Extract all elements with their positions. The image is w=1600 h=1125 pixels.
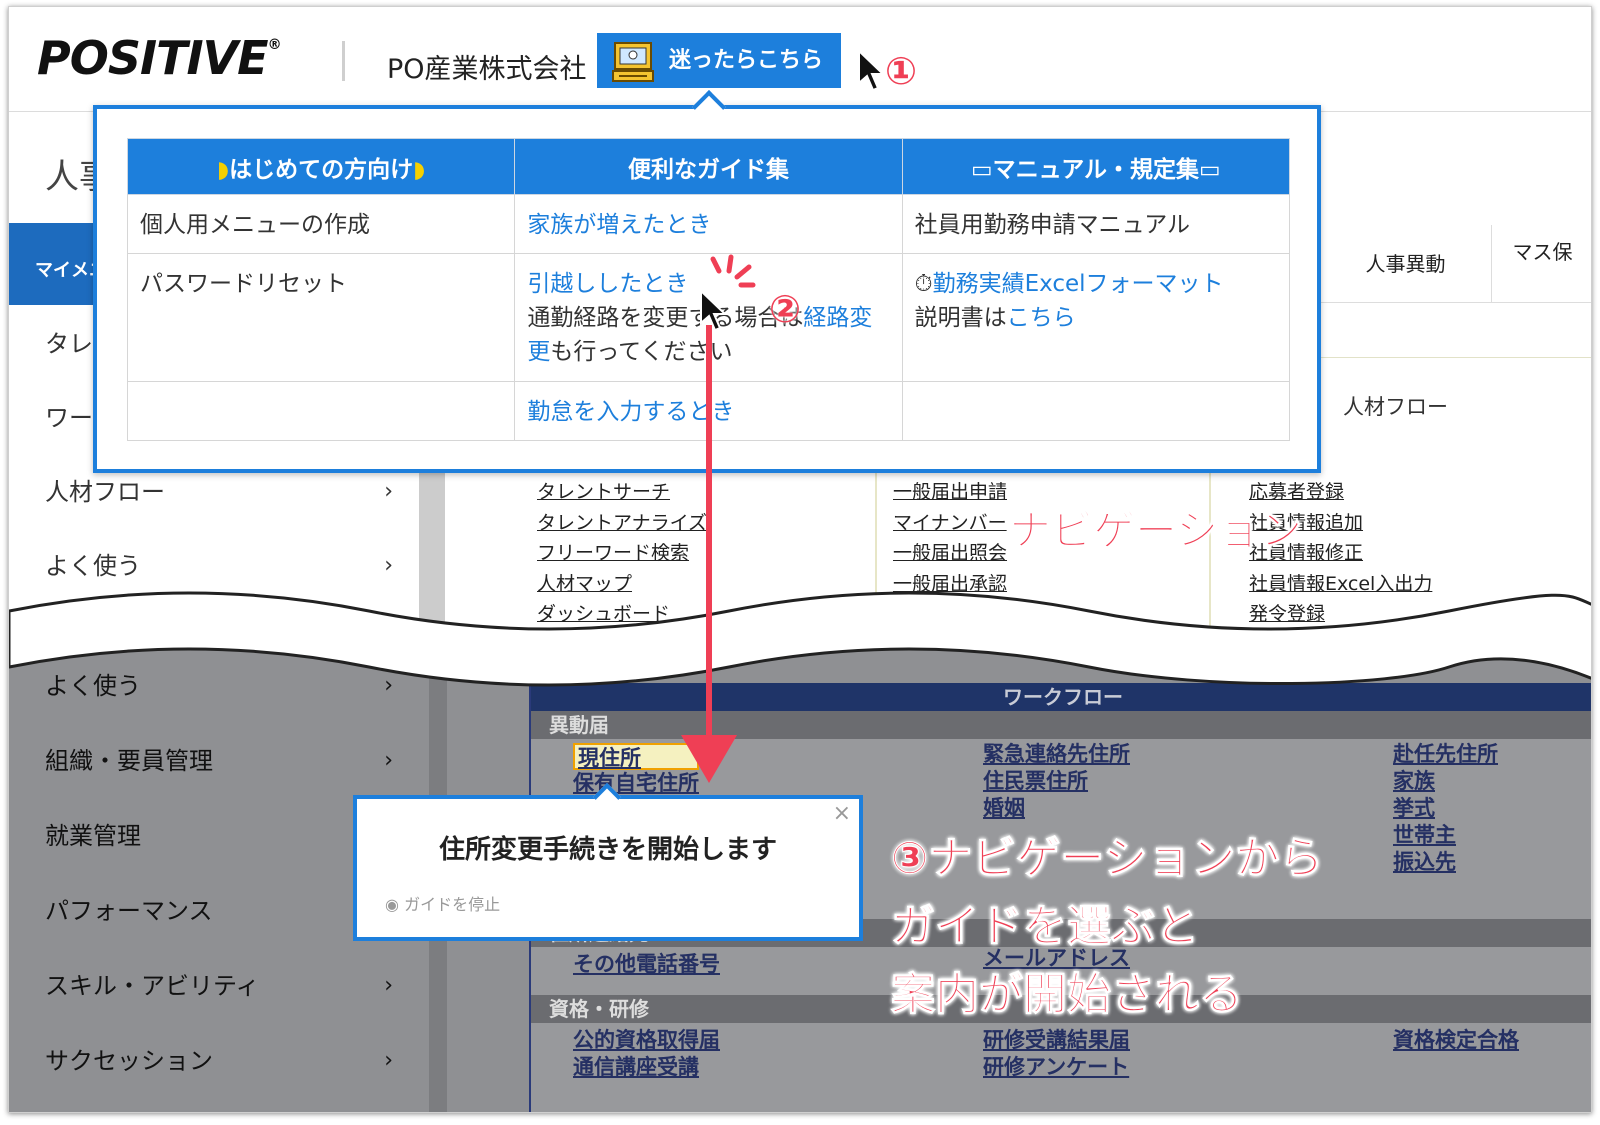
link-freeword-search[interactable]: フリーワード検索: [537, 538, 707, 569]
link-public-cert[interactable]: 公的資格取得届: [573, 1027, 720, 1054]
link-column-talent: タレントサーチ タレントアナライズ フリーワード検索 人材マップ ダッシュボード: [537, 477, 707, 630]
idou-col1: 現住所 保有自宅住所: [573, 743, 699, 797]
guide-moving-note-end: も行ってください: [550, 339, 733, 365]
shikaku-col1: 公的資格取得届 通信講座受講: [573, 1027, 720, 1081]
header-divider: [342, 41, 345, 81]
tab-bar: 人事異動 マス保: [1319, 225, 1591, 303]
panel-jinzai-flow-label: 人材フロー: [1343, 395, 1448, 419]
link-training-result[interactable]: 研修受講結果届: [983, 1027, 1130, 1054]
positive-logo: POSITIVE®: [37, 31, 282, 85]
chevron-right-icon: ›: [384, 673, 393, 698]
contact-col1: その他電話番号: [573, 951, 720, 978]
link-family[interactable]: 家族: [1393, 768, 1498, 795]
guide-password-reset[interactable]: パスワードリセット: [126, 253, 516, 382]
link-jinzai-map[interactable]: 人材マップ: [537, 569, 707, 600]
link-column-workflow: 一般届出申請 マイナンバー 一般届出照会 一般届出承認 人事承認: [893, 477, 1007, 630]
computer-guide-icon: [612, 42, 654, 82]
tab-jinji-idou[interactable]: 人事異動: [1319, 225, 1491, 303]
section-idou: 異動届: [531, 711, 1591, 739]
guide-family-increase-link[interactable]: 家族が増えたとき: [527, 212, 711, 238]
help-guide-button[interactable]: 迷ったらこちら: [597, 33, 841, 88]
caption-line: ③ナビゲーションから: [890, 833, 1324, 885]
company-name: PO産業株式会社: [387, 54, 587, 85]
link-current-address[interactable]: 現住所: [573, 743, 699, 770]
chevron-right-icon: ›: [384, 553, 393, 578]
stop-icon: ◉: [385, 895, 399, 914]
book-icon: ▭: [1198, 156, 1221, 183]
link-household-head[interactable]: 世帯主: [1393, 822, 1498, 849]
guide-attendance-link[interactable]: 勤怠を入力するとき: [527, 399, 734, 425]
empty-cell: [126, 381, 516, 441]
link-dashboard[interactable]: ダッシュボード: [537, 599, 707, 630]
link-emergency-address[interactable]: 緊急連絡先住所: [983, 741, 1130, 768]
column-header-manuals: ▭マニュアル・規定集▭: [901, 138, 1291, 195]
sidebar-item-favorites[interactable]: よく使う ›: [9, 529, 429, 603]
link-employee-excel-io[interactable]: 社員情報Excel入出力: [1249, 569, 1432, 600]
link-exam-pass[interactable]: 資格検定合格: [1393, 1027, 1519, 1054]
step2-marker: ②: [769, 287, 802, 331]
chevron-right-icon: ›: [384, 748, 393, 773]
column-header-beginner: ◗はじめての方向け◗: [126, 138, 516, 195]
link-general-approval[interactable]: 一般届出承認: [893, 569, 1007, 600]
link-my-number[interactable]: マイナンバー: [893, 508, 1007, 539]
mouse-cursor-icon: [858, 49, 886, 92]
link-bank-account[interactable]: 振込先: [1393, 849, 1498, 876]
screenshot-frame: POSITIVE® PO産業株式会社 迷ったらこちら ① 人事 マイメニ タレン…: [8, 6, 1592, 1113]
top-section: POSITIVE® PO産業株式会社 迷ったらこちら ① 人事 マイメニ タレン…: [9, 7, 1591, 639]
manual-here-link[interactable]: こちら: [1007, 305, 1076, 331]
shikaku-col2: 研修受講結果届 研修アンケート: [983, 1027, 1130, 1081]
stop-guide-button[interactable]: ◉ ガイドを停止: [385, 891, 500, 915]
close-icon[interactable]: ×: [833, 801, 851, 826]
caption-line: ガイドを選ぶと: [890, 901, 1199, 953]
link-resident-address[interactable]: 住民票住所: [983, 768, 1130, 795]
tooltip-title: 住所変更手続きを開始します: [438, 835, 777, 865]
navigation-annotation: ナビゲーション: [1008, 506, 1303, 556]
beginner-mark-icon: ◗: [413, 156, 426, 183]
manual-note: 説明書は: [914, 305, 1007, 331]
link-talent-search[interactable]: タレントサーチ: [537, 477, 707, 508]
link-talent-analyze[interactable]: タレントアナライズ: [537, 508, 707, 539]
idou-col2: 緊急連絡先住所 住民票住所 婚姻: [983, 741, 1130, 822]
bottom-section: よく使う › 組織・要員管理 › 就業管理 パフォーマンス スキル・アビリティ › サ…: [9, 639, 1591, 1112]
popup-pointer: [692, 90, 726, 124]
guide-moving-note: 通勤経路を変更する場合は: [527, 305, 804, 331]
stopwatch-icon: ⏱: [914, 271, 933, 297]
caption-line: 案内が開始される: [890, 969, 1243, 1021]
sidebar-item-skill[interactable]: スキル・アビリティ ›: [9, 949, 429, 1023]
link-assignment-address[interactable]: 赴任先住所: [1393, 741, 1498, 768]
link-order-register[interactable]: 発令登録: [1249, 599, 1432, 630]
guide-personal-menu[interactable]: 個人用メニューの作成: [126, 194, 516, 254]
link-other-phone[interactable]: その他電話番号: [573, 951, 720, 978]
idou-col3: 赴任先住所 家族 挙式 世帯主 振込先: [1393, 741, 1498, 876]
column-divider: [875, 469, 877, 639]
book-icon: ▭: [970, 156, 993, 183]
guide-tooltip: 住所変更手続きを開始します × ◉ ガイドを停止: [353, 782, 863, 941]
step1-marker: ①: [885, 49, 918, 93]
chevron-right-icon: ›: [384, 973, 393, 998]
excel-format-link[interactable]: 勤務実績Excelフォーマット: [933, 271, 1224, 297]
link-own-home[interactable]: 保有自宅住所: [573, 770, 699, 797]
step3-annotation: ③ナビゲーションから ガイドを選ぶと 案内が開始される: [890, 825, 1324, 1029]
link-training-survey[interactable]: 研修アンケート: [983, 1054, 1130, 1081]
link-correspondence[interactable]: 通信講座受講: [573, 1054, 720, 1081]
sidebar-item-succession[interactable]: サクセッション ›: [9, 1024, 429, 1098]
sidebar-item-org[interactable]: 組織・要員管理 ›: [9, 724, 429, 798]
tab-master[interactable]: マス保: [1491, 225, 1591, 303]
empty-cell: [901, 381, 1291, 441]
beginner-mark-icon: ◗: [217, 156, 230, 183]
guide-moving-link[interactable]: 引越ししたとき: [527, 271, 688, 297]
link-hr-approval[interactable]: 人事承認: [893, 599, 1007, 630]
mouse-cursor-icon: [700, 289, 728, 332]
link-general-request[interactable]: 一般届出申請: [893, 477, 1007, 508]
column-header-guides: 便利なガイド集: [514, 138, 903, 195]
manual-employee-request[interactable]: 社員用勤務申請マニュアル: [901, 194, 1291, 254]
shikaku-col3: 資格検定合格: [1393, 1027, 1519, 1054]
chevron-right-icon: ›: [384, 1048, 393, 1073]
workflow-title: ワークフロー: [531, 683, 1591, 711]
link-marriage[interactable]: 婚姻: [983, 795, 1130, 822]
sidebar-item-favorites[interactable]: よく使う ›: [9, 649, 429, 723]
link-general-inquiry[interactable]: 一般届出照会: [893, 538, 1007, 569]
link-wedding[interactable]: 挙式: [1393, 795, 1498, 822]
